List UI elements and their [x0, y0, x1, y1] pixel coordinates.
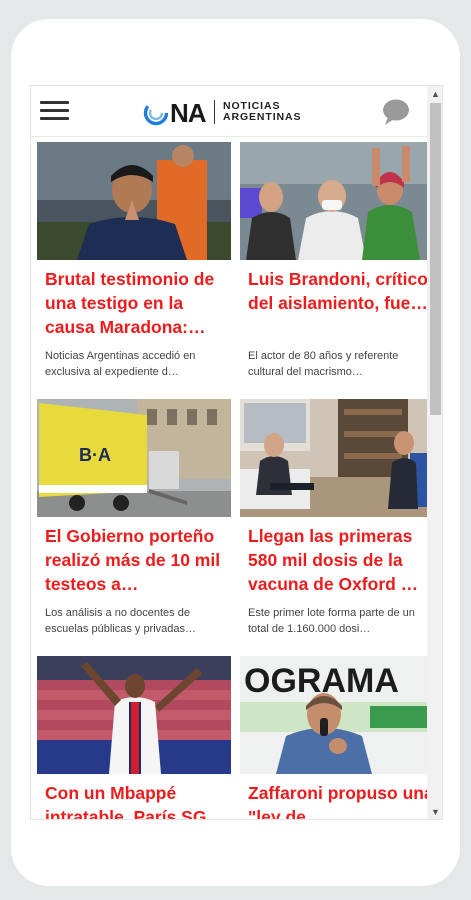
- browser-viewport: NA NOTICIAS ARGENTINAS Brutal testimonio…: [30, 85, 443, 820]
- article-card-maradona[interactable]: Brutal testimonio de una testigo en la c…: [37, 142, 231, 392]
- logo-text: NOTICIAS ARGENTINAS: [223, 101, 301, 123]
- article-headline[interactable]: El Gobierno porteño realizó más de 10 mi…: [45, 524, 231, 596]
- truck-logo-text: B·A: [79, 445, 111, 465]
- article-thumbnail[interactable]: B·A: [37, 399, 231, 517]
- article-card-testeos[interactable]: B·A El Gobierno porteño realizó más de 1…: [37, 399, 231, 649]
- scrollbar[interactable]: ▲ ▼: [427, 86, 442, 819]
- article-headline[interactable]: Llegan las primeras 580 mil dosis de la …: [248, 524, 434, 596]
- article-summary: Noticias Argentinas accedió en exclusiva…: [45, 350, 196, 378]
- logo-divider: [214, 100, 215, 124]
- site-header: NA NOTICIAS ARGENTINAS: [31, 86, 427, 137]
- article-summary: Los análisis a no docentes de escuelas p…: [45, 607, 197, 635]
- article-summary: El actor de 80 años y referente cultural…: [248, 350, 399, 378]
- article-headline[interactable]: Luis Brandoni, crítico del aislamiento, …: [248, 267, 434, 315]
- article-thumbnail[interactable]: [37, 142, 231, 260]
- article-thumbnail[interactable]: OGRAMA: [240, 656, 434, 774]
- menu-icon[interactable]: [40, 100, 70, 122]
- article-card-brandoni[interactable]: Luis Brandoni, crítico del aislamiento, …: [240, 142, 434, 392]
- article-headline[interactable]: Brutal testimonio de una testigo en la c…: [45, 267, 231, 339]
- logo-abbrev: NA: [170, 98, 207, 128]
- site-logo[interactable]: NA NOTICIAS ARGENTINAS: [143, 95, 318, 129]
- article-thumbnail[interactable]: [37, 656, 231, 774]
- article-thumbnail[interactable]: [240, 142, 434, 260]
- logo-line-2: ARGENTINAS: [223, 111, 302, 123]
- scroll-up-icon[interactable]: ▲: [427, 87, 442, 102]
- scroll-down-icon[interactable]: ▼: [427, 805, 442, 819]
- article-headline[interactable]: Con un Mbappé intratable, París SG: [45, 781, 231, 819]
- scrollbar-thumb[interactable]: [430, 103, 441, 415]
- article-headline[interactable]: Zaffaroni propuso una "ley de: [248, 781, 434, 819]
- article-summary: Este primer lote forma parte de un total…: [248, 607, 415, 635]
- chat-bubble-icon[interactable]: [381, 98, 411, 126]
- article-thumbnail[interactable]: [240, 399, 434, 517]
- logo-swirl-icon: [143, 100, 169, 126]
- article-card-vacuna[interactable]: Llegan las primeras 580 mil dosis de la …: [240, 399, 434, 649]
- article-card-mbappe[interactable]: Con un Mbappé intratable, París SG: [37, 656, 231, 819]
- article-card-zaffaroni[interactable]: OGRAMA Zaffaroni propuso una "ley de: [240, 656, 434, 819]
